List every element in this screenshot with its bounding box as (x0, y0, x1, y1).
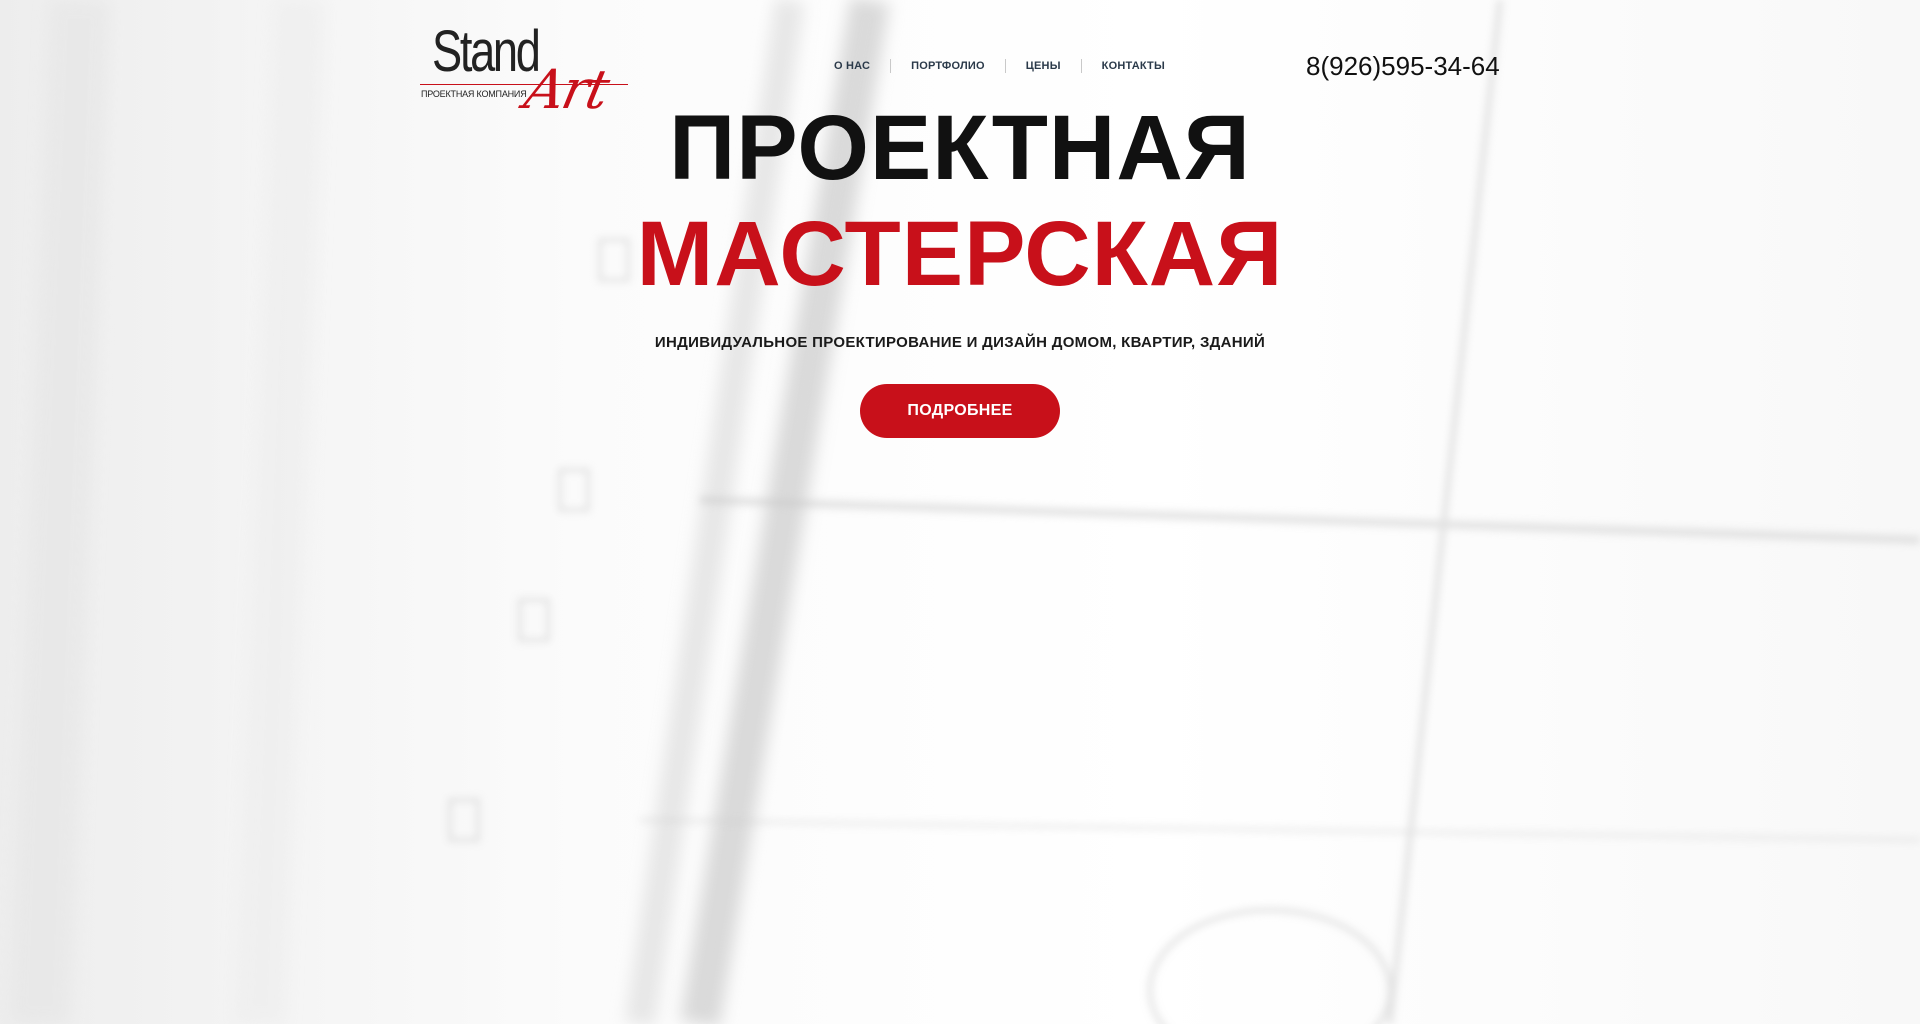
hero-tagline: ИНДИВИДУАЛЬНОЕ ПРОЕКТИРОВАНИЕ И ДИЗАЙН Д… (654, 334, 1266, 351)
logo-underline (420, 84, 628, 85)
landing-page: Stand Art ПРОЕКТНАЯ КОМПАНИЯ О НАС ПОРТФ… (0, 0, 1920, 1024)
nav-link-contacts[interactable]: КОНТАКТЫ (1082, 60, 1185, 72)
nav-link-prices[interactable]: ЦЕНЫ (1006, 60, 1081, 72)
main-nav: О НАС ПОРТФОЛИО ЦЕНЫ КОНТАКТЫ (814, 57, 1185, 75)
nav-link-about[interactable]: О НАС (814, 60, 890, 72)
hero-title-line2: МАСТЕРСКАЯ (636, 203, 1284, 305)
hero-title-line1: ПРОЕКТНАЯ (669, 97, 1251, 199)
more-details-button[interactable]: ПОДРОБНЕЕ (860, 384, 1060, 438)
logo-word-stand: Stand (432, 19, 541, 84)
phone-number[interactable]: 8(926)595-34-64 (1306, 51, 1500, 82)
nav-link-portfolio[interactable]: ПОРТФОЛИО (891, 60, 1005, 72)
